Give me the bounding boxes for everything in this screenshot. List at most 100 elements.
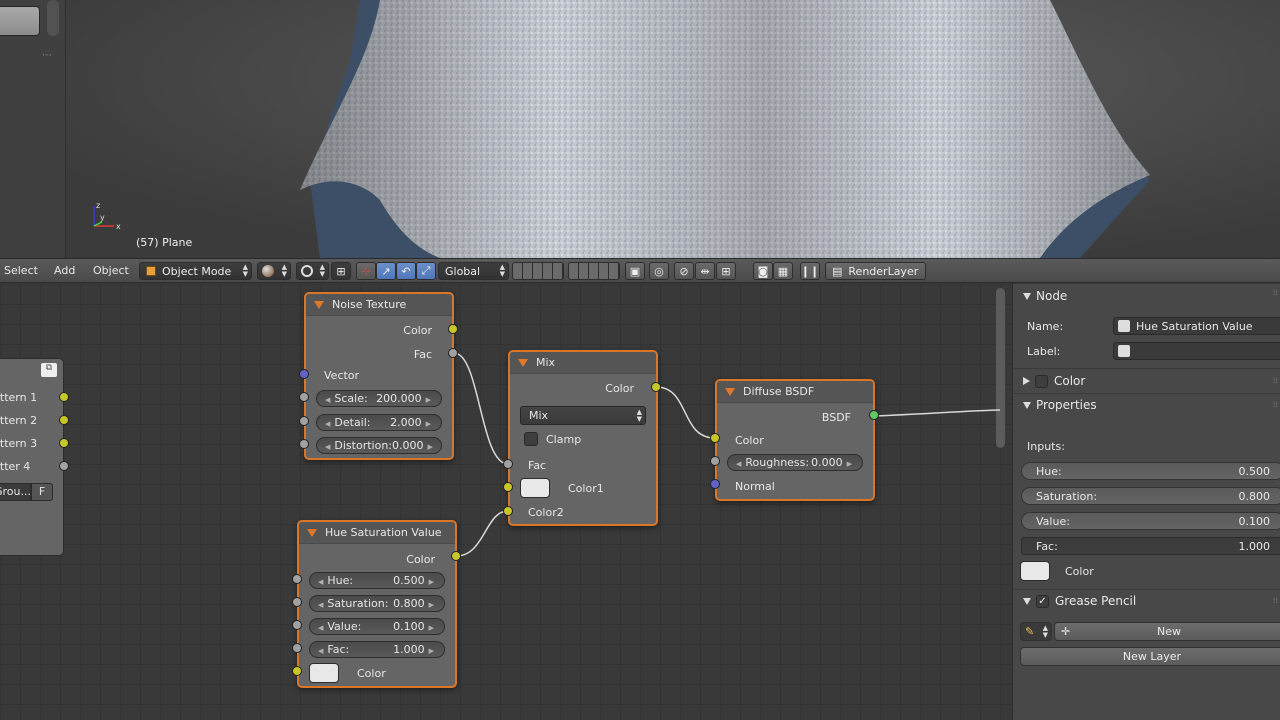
hsv-value-input-socket[interactable] [292,620,302,630]
hsv-hue-input-socket[interactable] [292,574,302,584]
pivot-select[interactable]: ▲ ▼ [296,262,329,280]
collapse-triangle-icon[interactable] [518,358,528,367]
grease-pencil-panel-header[interactable]: ✓ Grease Pencil [1013,590,1280,612]
diffuse-normal-input-socket[interactable] [710,479,720,489]
grip-icon[interactable]: ⋯ [42,50,52,61]
prop-fac-field[interactable]: Fac: 1.000 [1021,537,1280,555]
menu-add[interactable]: Add [54,264,75,277]
transform-scale-button[interactable]: ⤢ [416,262,436,280]
hsv-color-input-socket[interactable] [292,666,302,676]
mix-node[interactable]: Mix Color Mix ▲ ▼ Clamp Fac Color1 Color2 [508,350,658,526]
saturation-field[interactable]: ◀ Saturation: 0.800 ▶ [309,595,445,612]
tool-shelf-scrollbar[interactable] [47,0,59,36]
hsv-color-swatch[interactable] [309,663,339,683]
collapse-triangle-icon[interactable] [314,300,324,309]
roughness-field[interactable]: ◀ Roughness: 0.000 ▶ [727,454,863,471]
prop-color-swatch[interactable] [1020,561,1050,581]
fake-user-button[interactable]: F [31,483,53,501]
manipulator-toggle[interactable]: ⊞ [331,262,351,280]
render-animation-button[interactable]: ▦ [773,262,793,280]
hsv-saturation-input-socket[interactable] [292,597,302,607]
noise-vector-input-socket[interactable] [299,369,309,379]
grip-icon[interactable]: ⁞⁞ [1273,400,1278,409]
noise-detail-input-socket[interactable] [299,416,309,426]
grease-data-select[interactable]: ✎ ▲ ▼ [1020,622,1052,641]
diffuse-bsdf-node[interactable]: Diffuse BSDF BSDF Color ◀ Roughness: 0.000… [715,379,875,501]
grease-pencil-checkbox[interactable]: ✓ [1036,594,1049,608]
detail-field[interactable]: ◀ Detail: 2.000 ▶ [316,414,442,431]
hsv-fac-input-socket[interactable] [292,643,302,653]
prop-hue-field[interactable]: Hue: 0.500 [1021,462,1280,480]
prop-saturation-field[interactable]: Saturation: 0.800 [1021,487,1280,505]
bsdf-output-socket[interactable] [869,410,879,420]
new-layer-button[interactable]: New Layer [1020,647,1280,666]
transform-translate-button[interactable]: ⊹ [356,262,376,280]
mix-color1-input-socket[interactable] [503,482,513,492]
proportional-edit-button[interactable]: ◎ [649,262,669,280]
blend-type-select[interactable]: Mix ▲ ▼ [520,406,646,425]
color1-swatch[interactable] [520,478,550,498]
node-header[interactable]: Diffuse BSDF [717,381,873,403]
scale-field[interactable]: ◀ Scale: 200.000 ▶ [316,390,442,407]
snap-element-button[interactable]: ⇹ [695,262,715,280]
hue-saturation-value-node[interactable]: Hue Saturation Value Color ◀ Hue: 0.500 ▶ ◀… [297,520,457,688]
node-name-field[interactable]: Hue Saturation Value [1113,317,1280,335]
node-label-field[interactable] [1113,342,1280,360]
pause-button[interactable]: ❙❙ [800,262,820,280]
diffuse-color-input-socket[interactable] [710,433,720,443]
node-panel-header[interactable]: Node [1013,285,1280,307]
clamp-checkbox[interactable] [524,432,538,446]
collapse-triangle-icon[interactable] [307,528,317,537]
output-socket[interactable] [59,415,69,425]
mix-color-output-socket[interactable] [651,382,661,392]
render-button[interactable]: ◙ [753,262,773,280]
transform-rotate-button[interactable]: ↶ [396,262,416,280]
group-node[interactable]: ⧉ Pattern 1 Pattern 2 Pattern 3 Patter 4… [0,358,69,556]
layers-grid-1[interactable] [512,262,564,280]
node-header[interactable]: Noise Texture [306,294,452,316]
color-panel-checkbox[interactable] [1035,374,1048,388]
orientation-select[interactable]: Global ▲ ▼ [438,262,509,280]
collapse-triangle-icon[interactable] [725,387,735,396]
3d-viewport[interactable]: ⋯ z y x (57) Plane [0,0,1280,258]
node-editor-canvas[interactable]: ⧉ Pattern 1 Pattern 2 Pattern 3 Patter 4… [0,284,1012,720]
snap-toggle[interactable]: ⊘ [674,262,694,280]
snap-target-button[interactable]: ⊞ [716,262,736,280]
mix-fac-input-socket[interactable] [503,459,513,469]
shading-select[interactable]: ▲ ▼ [257,262,291,280]
node-header[interactable]: Mix [510,352,656,374]
value-field[interactable]: ◀ Value: 0.100 ▶ [309,618,445,635]
grip-icon[interactable]: ⁞⁞ [1273,288,1278,297]
noise-scale-input-socket[interactable] [299,392,309,402]
output-socket[interactable] [59,392,69,402]
fac-field[interactable]: ◀ Fac: 1.000 ▶ [309,641,445,658]
grease-new-button[interactable]: ✛ New [1054,622,1280,641]
output-socket[interactable] [59,461,69,471]
diffuse-roughness-input-socket[interactable] [710,456,720,466]
menu-object[interactable]: Object [93,264,129,277]
node-group-field[interactable]: Grou... [0,483,31,501]
scale-icon: ⤢ [421,264,431,277]
grip-icon[interactable]: ⁞⁞ [1273,596,1278,605]
output-socket[interactable] [59,438,69,448]
hue-field[interactable]: ◀ Hue: 0.500 ▶ [309,572,445,589]
noise-texture-node[interactable]: Noise Texture Color Fac Vector ◀ Scale: 20… [304,292,454,460]
lock-layers-button[interactable]: ▣ [625,262,645,280]
node-header[interactable]: Hue Saturation Value [299,522,455,544]
grip-icon[interactable]: ⁞⁞ [1273,376,1278,385]
distortion-field[interactable]: ◀ Distortion: 0.000 ▶ [316,437,442,454]
layers-grid-2[interactable] [568,262,620,280]
transform-move-button[interactable]: ↗ [376,262,396,280]
noise-fac-output-socket[interactable] [448,348,458,358]
color-panel-header[interactable]: Color [1013,370,1280,392]
prop-value-field[interactable]: Value: 0.100 [1021,512,1280,530]
properties-panel-header[interactable]: Properties [1013,394,1280,416]
noise-color-output-socket[interactable] [448,324,458,334]
noise-distortion-input-socket[interactable] [299,439,309,449]
hsv-color-output-socket[interactable] [451,551,461,561]
tool-shelf-button[interactable] [0,6,40,36]
menu-select[interactable]: Select [4,264,38,277]
render-layer-select[interactable]: ▤ RenderLayer [825,262,926,280]
mix-color2-input-socket[interactable] [503,506,513,516]
mode-select[interactable]: Object Mode ▲ ▼ [139,262,252,280]
